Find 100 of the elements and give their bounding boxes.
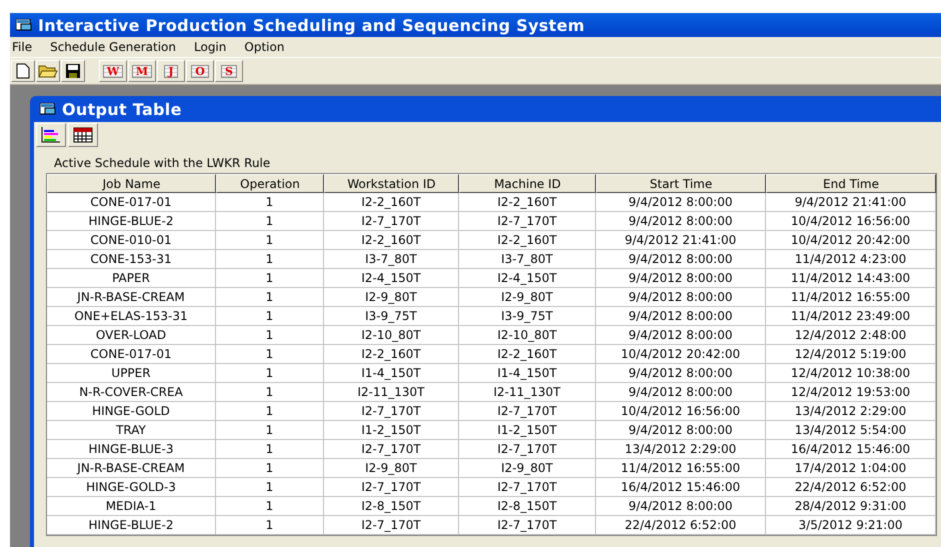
table-cell: I3-7_80T (459, 250, 596, 269)
table-cell: I1-2_150T (324, 421, 459, 440)
table-cell: 11/4/2012 23:49:00 (766, 307, 936, 326)
table-cell: HINGE-BLUE-2 (47, 516, 216, 535)
table-cell: I2-7_170T (324, 478, 459, 497)
column-header[interactable]: Job Name (47, 174, 216, 193)
table-cell: I2-7_170T (324, 440, 459, 459)
table-cell: I2-9_80T (324, 288, 459, 307)
table-cell: 1 (216, 478, 324, 497)
table-cell: CONE-153-31 (47, 250, 216, 269)
table-cell: I2-4_150T (324, 269, 459, 288)
window-title: Interactive Production Scheduling and Sequencing System (38, 16, 585, 34)
table-cell: 22/4/2012 6:52:00 (766, 478, 936, 497)
table-cell: 9/4/2012 8:00:00 (596, 383, 766, 402)
menu-item[interactable]: Option (244, 40, 284, 54)
toolbar-button[interactable] (68, 123, 98, 147)
window-icon (40, 103, 56, 115)
table-cell: 11/4/2012 16:55:00 (596, 459, 766, 478)
menu-item[interactable]: Schedule Generation (50, 40, 176, 54)
table-cell: 9/4/2012 8:00:00 (596, 497, 766, 516)
toolbar-button[interactable]: W (99, 60, 127, 82)
table-cell: 1 (216, 440, 324, 459)
toolbar-button[interactable] (11, 60, 35, 82)
gantt-chart-icon (41, 127, 61, 143)
table-cell: 11/4/2012 4:23:00 (766, 250, 936, 269)
toolbar-button[interactable] (61, 60, 85, 82)
table-cell: PAPER (47, 269, 216, 288)
column-header[interactable]: Operation (216, 174, 324, 193)
menu-item[interactable]: File (12, 40, 32, 54)
table-cell: I2-10_80T (324, 326, 459, 345)
column-header[interactable]: End Time (766, 174, 936, 193)
table-cell: ONE+ELAS-153-31 (47, 307, 216, 326)
table-cell: 1 (216, 307, 324, 326)
table-cell: 1 (216, 497, 324, 516)
toolbar-button[interactable] (36, 123, 66, 147)
table-cell: 1 (216, 326, 324, 345)
table-cell: 9/4/2012 8:00:00 (596, 250, 766, 269)
table-cell: I2-4_150T (459, 269, 596, 288)
table-cell: 10/4/2012 20:42:00 (766, 231, 936, 250)
table-cell: CONE-017-01 (47, 345, 216, 364)
table-cell: I2-7_170T (459, 440, 596, 459)
table-cell: 1 (216, 345, 324, 364)
table-cell: 9/4/2012 21:41:00 (596, 231, 766, 250)
table-cell: 22/4/2012 6:52:00 (596, 516, 766, 535)
column-header[interactable]: Machine ID (459, 174, 596, 193)
folder-icon (38, 63, 58, 79)
table-cell: OVER-LOAD (47, 326, 216, 345)
table-cell: 9/4/2012 8:00:00 (596, 288, 766, 307)
table-cell: 1 (216, 231, 324, 250)
table-cell: I2-2_160T (459, 345, 596, 364)
table-cell: 9/4/2012 8:00:00 (596, 212, 766, 231)
toolbar-button[interactable] (36, 60, 60, 82)
table-cell: 1 (216, 516, 324, 535)
table-cell: 1 (216, 288, 324, 307)
table-cell: I2-7_170T (324, 516, 459, 535)
table-cell: HINGE-BLUE-3 (47, 440, 216, 459)
table-cell: N-R-COVER-CREA (47, 383, 216, 402)
table-cell: 12/4/2012 19:53:00 (766, 383, 936, 402)
table-cell: JN-R-BASE-CREAM (47, 288, 216, 307)
table-cell: 10/4/2012 16:56:00 (766, 212, 936, 231)
toolbar-button[interactable]: S (215, 60, 243, 82)
table-cell: 11/4/2012 16:55:00 (766, 288, 936, 307)
table-cell: 13/4/2012 5:54:00 (766, 421, 936, 440)
table-cell: I2-2_160T (459, 193, 596, 212)
table-cell: I2-2_160T (459, 231, 596, 250)
table-cell: I3-9_75T (459, 307, 596, 326)
new-file-icon (16, 63, 30, 79)
toolbar-button[interactable]: O (186, 60, 214, 82)
table-cell: I2-8_150T (324, 497, 459, 516)
table-cell: CONE-017-01 (47, 193, 216, 212)
table-cell: I2-7_170T (324, 212, 459, 231)
table-cell: I2-11_130T (459, 383, 596, 402)
table-cell: I3-9_75T (324, 307, 459, 326)
table-cell: 9/4/2012 8:00:00 (596, 307, 766, 326)
table-cell: I2-11_130T (324, 383, 459, 402)
window-title: Output Table (62, 100, 182, 118)
table-cell: 1 (216, 383, 324, 402)
table-cell: 12/4/2012 2:48:00 (766, 326, 936, 345)
table-cell: 9/4/2012 21:41:00 (766, 193, 936, 212)
column-header[interactable]: Workstation ID (324, 174, 459, 193)
table-cell: 9/4/2012 8:00:00 (596, 193, 766, 212)
table-cell: 1 (216, 269, 324, 288)
table-cell: JN-R-BASE-CREAM (47, 459, 216, 478)
table-cell: I2-7_170T (459, 212, 596, 231)
toolbar-button[interactable]: J (157, 60, 185, 82)
table-icon (73, 127, 93, 143)
table-cell: 16/4/2012 15:46:00 (766, 440, 936, 459)
table-cell: I1-2_150T (459, 421, 596, 440)
table-cell: HINGE-GOLD (47, 402, 216, 421)
table-caption: Active Schedule with the LWKR Rule (54, 156, 272, 170)
column-header[interactable]: Start Time (596, 174, 766, 193)
table-cell: I2-2_160T (324, 345, 459, 364)
table-cell: I2-9_80T (459, 288, 596, 307)
menu-item[interactable]: Login (194, 40, 226, 54)
table-cell: I2-8_150T (459, 497, 596, 516)
toolbar-button[interactable]: M (128, 60, 156, 82)
table-cell: 9/4/2012 8:00:00 (596, 364, 766, 383)
table-cell: 9/4/2012 8:00:00 (596, 326, 766, 345)
table-cell: 10/4/2012 16:56:00 (596, 402, 766, 421)
table-cell: 12/4/2012 10:38:00 (766, 364, 936, 383)
